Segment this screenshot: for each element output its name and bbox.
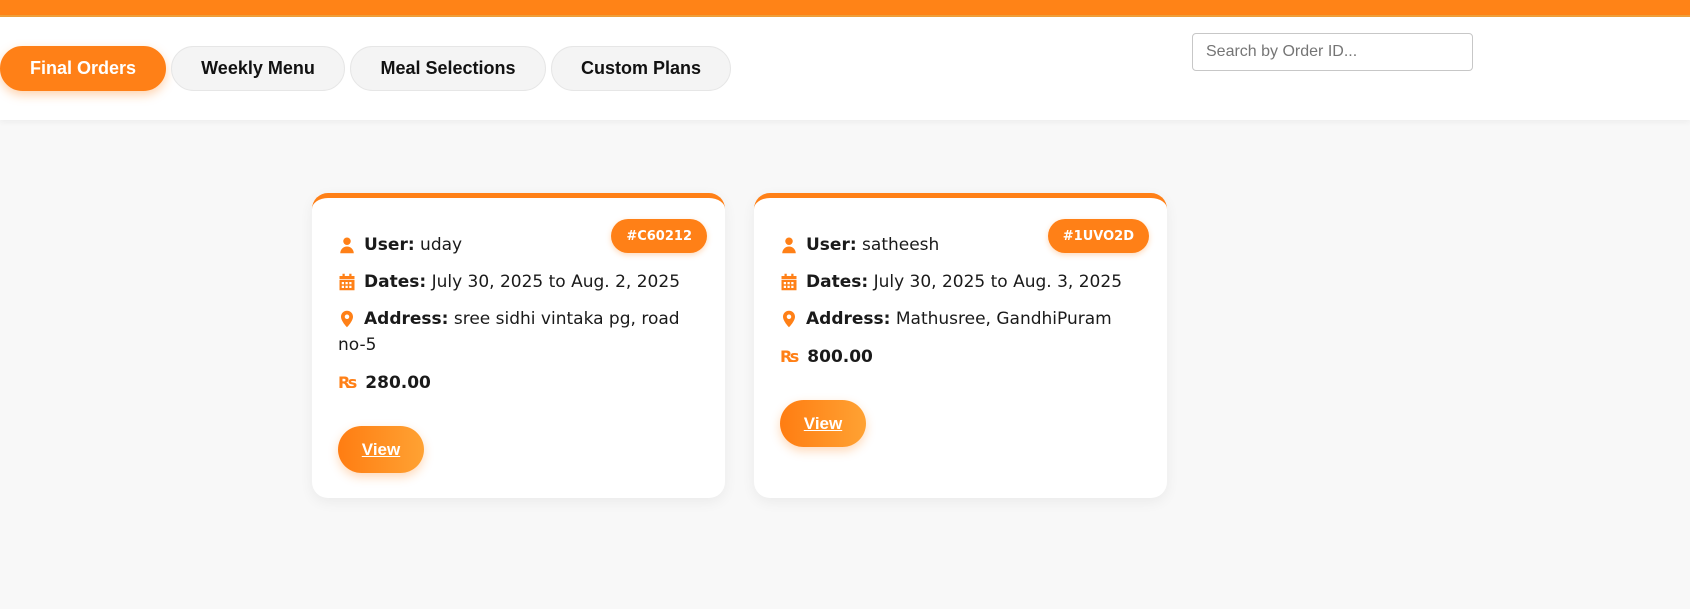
amount-value: 280.00 [365,373,431,393]
top-accent-bar [0,0,1690,17]
amount-row: ₨ 280.00 [338,370,698,396]
tab-meal-selections[interactable]: Meal Selections [350,46,546,91]
search-input[interactable] [1192,33,1473,71]
address-value: Mathusree, GandhiPuram [895,309,1112,329]
rupee-icon: ₨ [780,347,800,366]
user-value: satheesh [862,235,940,255]
amount-row: ₨ 800.00 [780,344,1140,370]
address-label: Address: [364,309,449,329]
calendar-icon [338,273,358,293]
header: Final Orders Weekly Menu Meal Selections… [0,17,1690,120]
user-label: User: [806,235,857,255]
dates-value: July 30, 2025 to Aug. 2, 2025 [431,272,681,292]
user-icon [338,236,358,256]
calendar-icon [780,273,800,293]
tab-custom-plans[interactable]: Custom Plans [551,46,731,91]
user-value: uday [420,235,463,255]
dates-row: Dates: July 30, 2025 to Aug. 2, 2025 [338,269,698,295]
tab-final-orders[interactable]: Final Orders [0,46,166,91]
map-pin-icon [338,310,358,330]
amount-value: 800.00 [807,347,873,367]
dates-label: Dates: [806,272,869,292]
tab-weekly-menu[interactable]: Weekly Menu [171,46,345,91]
user-icon [780,236,800,256]
rupee-icon: ₨ [338,373,358,392]
address-row: Address: Mathusree, GandhiPuram [780,306,1140,332]
address-label: Address: [806,309,891,329]
order-card: #C60212 User: uday Dates: July 30, 2025 … [312,193,725,498]
order-card: #1UVO2D User: satheesh Dates: July 30, 2… [754,193,1167,498]
address-row: Address: sree sidhi vintaka pg, road no-… [338,306,698,358]
map-pin-icon [780,310,800,330]
dates-row: Dates: July 30, 2025 to Aug. 3, 2025 [780,269,1140,295]
user-row: User: uday [338,232,698,258]
view-button[interactable]: View [338,426,424,473]
dates-value: July 30, 2025 to Aug. 3, 2025 [873,272,1123,292]
dates-label: Dates: [364,272,427,292]
user-row: User: satheesh [780,232,1140,258]
view-button[interactable]: View [780,400,866,447]
user-label: User: [364,235,415,255]
